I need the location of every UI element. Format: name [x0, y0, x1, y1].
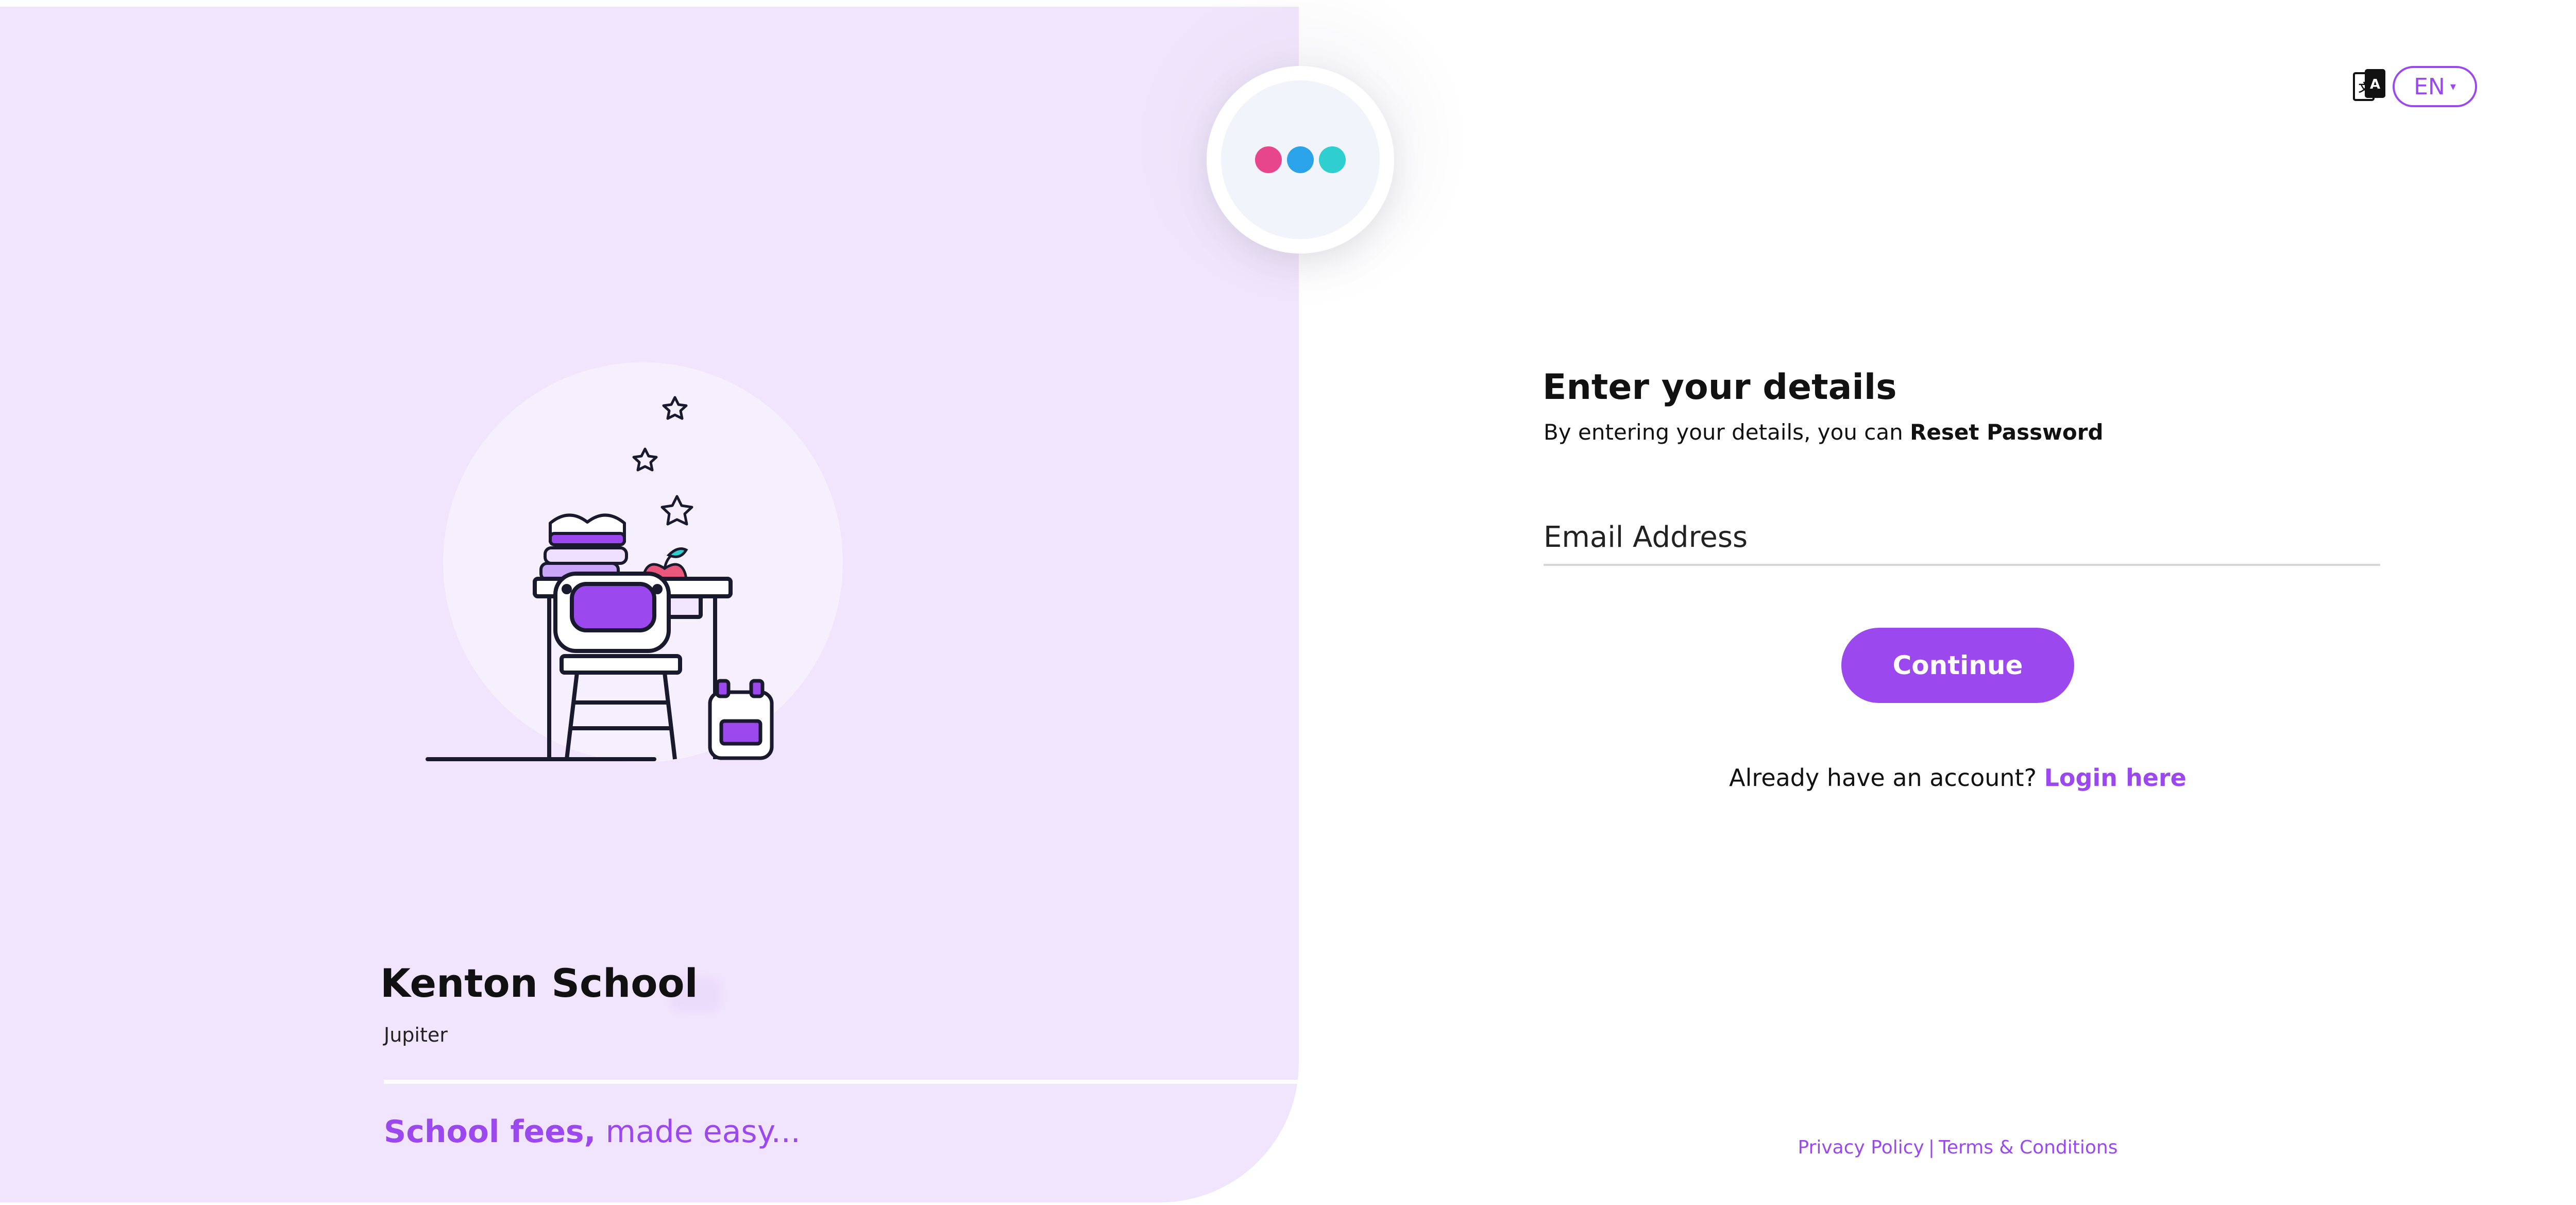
chevron-down-icon: ▾ [2450, 80, 2456, 93]
login-prompt: Already have an account? Login here [1649, 764, 2267, 792]
star-icon [632, 396, 693, 526]
email-field[interactable] [1544, 510, 2380, 566]
school-location: Jupiter [384, 1024, 448, 1046]
terms-conditions-link[interactable]: Terms & Conditions [1939, 1137, 2118, 1158]
book-stack [539, 513, 628, 581]
school-name: Kenton School [380, 960, 698, 1006]
reset-password-page: Kenton School Jupiter School fees, made … [0, 0, 2576, 1205]
form-subtitle: By entering your details, you can Reset … [1544, 420, 2104, 445]
continue-button[interactable]: Continue [1841, 628, 2074, 703]
login-link[interactable]: Login here [2044, 764, 2187, 792]
logo-dot-teal [1319, 146, 1346, 173]
backpack-icon [708, 679, 774, 760]
footer-separator: | [1928, 1137, 1935, 1158]
divider [384, 1080, 1299, 1084]
login-prompt-text: Already have an account? [1729, 764, 2044, 792]
tagline: School fees, made easy... [384, 1114, 801, 1150]
logo-inner-circle [1221, 80, 1380, 239]
form-subtitle-prefix: By entering your details, you can [1544, 420, 1910, 445]
svg-text:文: 文 [2359, 81, 2370, 95]
logo-dot-blue [1287, 146, 1314, 173]
school-branding-panel: Kenton School Jupiter School fees, made … [0, 7, 1299, 1202]
app-logo [1207, 66, 1394, 254]
logo-dot-pink [1255, 146, 1282, 173]
form-title: Enter your details [1543, 367, 1897, 408]
tagline-rest: made easy... [596, 1114, 801, 1150]
footer-links: Privacy Policy | Terms & Conditions [1700, 1137, 2215, 1158]
privacy-policy-link[interactable]: Privacy Policy [1798, 1137, 1924, 1158]
chair [553, 572, 682, 760]
language-selected: EN [2414, 73, 2445, 100]
school-desk-illustration [426, 396, 774, 761]
tagline-bold: School fees, [384, 1114, 596, 1150]
language-select[interactable]: EN ▾ [2393, 66, 2477, 107]
svg-text:A: A [2370, 77, 2380, 92]
form-subtitle-action: Reset Password [1910, 420, 2104, 445]
translate-icon[interactable]: 文 A [2352, 68, 2386, 105]
